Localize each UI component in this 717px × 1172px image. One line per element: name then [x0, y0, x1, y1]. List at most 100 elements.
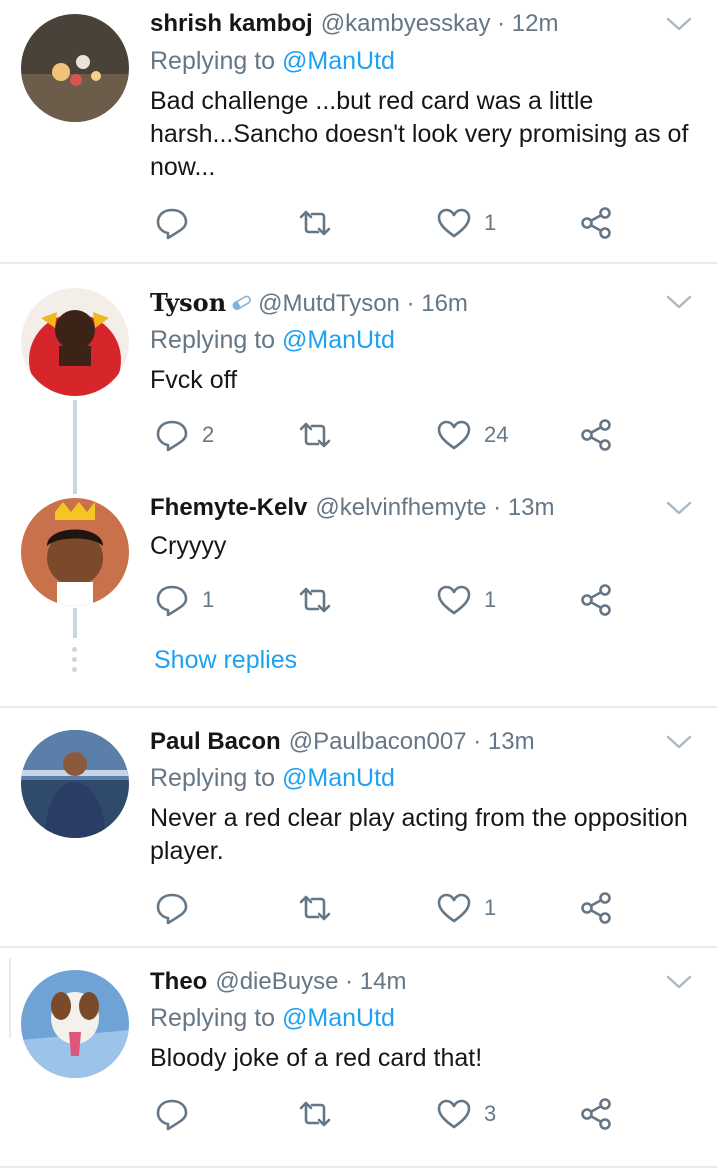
- tweet-actions: 1: [150, 888, 620, 928]
- retweet-icon: [297, 890, 333, 926]
- mention-link[interactable]: @ManUtd: [282, 764, 395, 792]
- retweet-button[interactable]: [297, 1094, 345, 1134]
- replying-to-label: Replying to: [150, 326, 276, 354]
- display-name[interactable]: Tyson: [150, 288, 226, 317]
- chevron-down-icon[interactable]: [664, 972, 694, 992]
- reply-count: 1: [202, 587, 215, 612]
- display-name[interactable]: Fhemyte-Kelv: [150, 494, 307, 521]
- tweet[interactable]: Fhemyte-Kelv @kelvinfhemyte · 13m Cryyyy …: [0, 484, 717, 704]
- chevron-down-icon[interactable]: [664, 14, 694, 34]
- reply-button[interactable]: 2: [154, 415, 214, 455]
- tweet[interactable]: shrish kamboj @kambyesskay · 12m Replying…: [0, 0, 717, 262]
- timestamp: · 13m: [493, 494, 555, 521]
- speech-bubble-icon: [154, 205, 190, 241]
- reply-button[interactable]: [154, 1094, 202, 1134]
- retweet-icon: [297, 205, 333, 241]
- retweet-button[interactable]: [297, 415, 345, 455]
- reply-count: 2: [202, 422, 215, 447]
- replying-to: Replying to @ManUtd: [150, 47, 395, 76]
- share-icon: [578, 582, 614, 618]
- tweet-text: Bloody joke of a red card that!: [150, 1044, 483, 1072]
- reply-button[interactable]: [154, 203, 202, 243]
- speech-bubble-icon: [154, 1096, 190, 1132]
- replying-to: Replying to @ManUtd: [150, 764, 395, 793]
- speech-bubble-icon: [154, 417, 190, 453]
- timestamp: · 13m: [473, 728, 535, 755]
- divider: [0, 1166, 717, 1168]
- replying-to-label: Replying to: [150, 764, 276, 792]
- replying-to: Replying to @ManUtd: [150, 1004, 395, 1033]
- speech-bubble-icon: [154, 890, 190, 926]
- display-name[interactable]: shrish kamboj: [150, 10, 313, 37]
- retweet-button[interactable]: [297, 203, 345, 243]
- like-button[interactable]: 1: [436, 203, 496, 243]
- show-replies-link[interactable]: Show replies: [154, 646, 297, 675]
- share-button[interactable]: [578, 580, 614, 620]
- reply-button[interactable]: 1: [154, 580, 214, 620]
- tweet-text: Bad challenge ...but red card was a litt…: [150, 87, 689, 181]
- share-icon: [578, 417, 614, 453]
- retweet-button[interactable]: [297, 580, 345, 620]
- chevron-down-icon[interactable]: [664, 498, 694, 518]
- tweet-text: Fvck off: [150, 366, 238, 394]
- avatar[interactable]: [21, 498, 129, 606]
- user-handle[interactable]: @Paulbacon007: [289, 728, 467, 755]
- speech-bubble-icon: [154, 582, 190, 618]
- display-name[interactable]: Theo: [150, 968, 207, 995]
- share-button[interactable]: [578, 415, 614, 455]
- tweet[interactable]: Tyson @MutdTyson · 16m Replying to @ManUt…: [0, 264, 717, 484]
- like-count: 3: [484, 1101, 497, 1126]
- tweet-text: Never a red clear play acting from the o…: [150, 804, 688, 865]
- mention-link[interactable]: @ManUtd: [282, 326, 395, 354]
- replying-to-label: Replying to: [150, 47, 276, 75]
- mention-link[interactable]: @ManUtd: [282, 47, 395, 75]
- share-button[interactable]: [578, 888, 614, 928]
- timestamp: · 16m: [406, 290, 468, 317]
- retweet-icon: [297, 582, 333, 618]
- user-handle[interactable]: @MutdTyson: [258, 290, 400, 317]
- like-button[interactable]: 1: [436, 888, 496, 928]
- avatar[interactable]: [21, 14, 129, 122]
- tweet-actions: 3: [150, 1094, 620, 1134]
- avatar[interactable]: [21, 970, 129, 1078]
- like-count: 1: [484, 895, 497, 920]
- retweet-icon: [297, 417, 333, 453]
- chevron-down-icon[interactable]: [664, 732, 694, 752]
- like-button[interactable]: 1: [436, 580, 496, 620]
- user-handle[interactable]: @kambyesskay: [321, 10, 491, 37]
- timestamp: · 14m: [345, 968, 407, 995]
- share-icon: [578, 890, 614, 926]
- tweet-actions: 2 24: [150, 415, 620, 455]
- replying-to-label: Replying to: [150, 1004, 276, 1032]
- heart-icon: [436, 890, 472, 926]
- like-button[interactable]: 24: [436, 415, 508, 455]
- like-button[interactable]: 3: [436, 1094, 496, 1134]
- replying-to: Replying to @ManUtd: [150, 326, 395, 355]
- avatar[interactable]: [21, 730, 129, 838]
- retweet-icon: [297, 1096, 333, 1132]
- share-button[interactable]: [578, 203, 614, 243]
- share-icon: [578, 205, 614, 241]
- tweet-text: Cryyyy: [150, 532, 227, 560]
- mention-link[interactable]: @ManUtd: [282, 1004, 395, 1032]
- heart-icon: [436, 417, 472, 453]
- tweet[interactable]: Theo @dieBuyse · 14m Replying to @ManUtd …: [0, 948, 717, 1172]
- display-name[interactable]: Paul Bacon: [150, 728, 281, 755]
- share-button[interactable]: [578, 1094, 614, 1134]
- like-count: 1: [484, 587, 497, 612]
- avatar[interactable]: [21, 288, 129, 396]
- heart-icon: [436, 1096, 472, 1132]
- chevron-down-icon[interactable]: [664, 292, 694, 312]
- verified-badge-icon: [226, 286, 253, 311]
- heart-icon: [436, 582, 472, 618]
- like-count: 24: [484, 422, 509, 447]
- share-icon: [578, 1096, 614, 1132]
- tweet[interactable]: Paul Bacon @Paulbacon007 · 13m Replying t…: [0, 708, 717, 946]
- heart-icon: [436, 205, 472, 241]
- tweet-actions: 1: [150, 203, 620, 243]
- user-handle[interactable]: @kelvinfhemyte: [315, 494, 486, 521]
- retweet-button[interactable]: [297, 888, 345, 928]
- reply-button[interactable]: [154, 888, 202, 928]
- user-handle[interactable]: @dieBuyse: [215, 968, 338, 995]
- timestamp: · 12m: [497, 10, 559, 37]
